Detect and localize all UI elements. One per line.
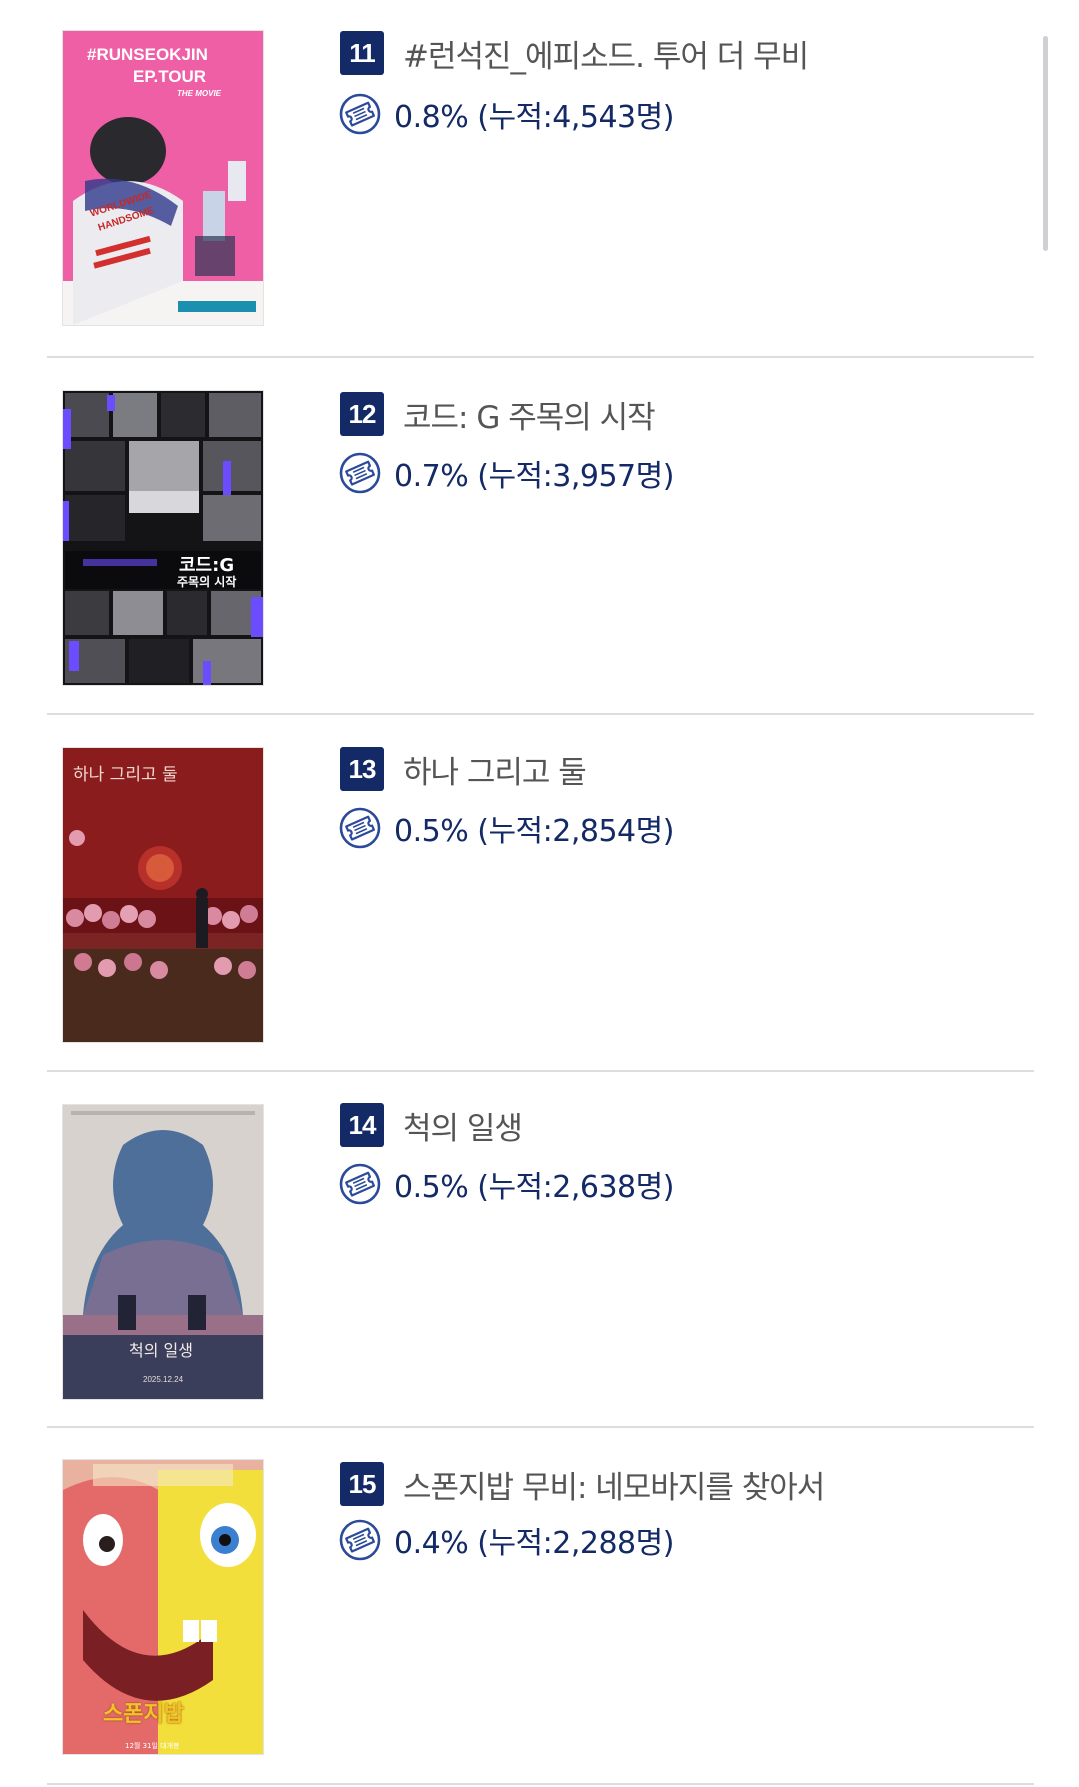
audience-share-text: 0.5% (누적:2,854명) bbox=[394, 814, 674, 849]
rank-title-row: 14 척의 일생 bbox=[340, 1102, 523, 1148]
rank-badge: 13 bbox=[340, 747, 384, 791]
rank-title-row: 15 스폰지밥 무비: 네모바지를 찾아서 bbox=[340, 1461, 825, 1507]
rank-title-row: 11 #런석진_에피소드. 투어 더 무비 bbox=[340, 30, 809, 76]
movie-poster-image[interactable]: 하나 그리고 둘 bbox=[63, 748, 263, 1042]
poster-title-text: #RUNSEOKJIN bbox=[87, 45, 208, 64]
poster-title-text: 하나 그리고 둘 bbox=[73, 765, 178, 785]
rank-title-row: 13 하나 그리고 둘 bbox=[340, 746, 587, 792]
box-office-list: #RUNSEOKJIN EP.TOUR THE MOVIE WORLDWIDE … bbox=[0, 0, 1079, 1787]
movie-list-item[interactable]: 하나 그리고 둘 13 하나 그리고 둘 0.5% (누적:2,854명) bbox=[0, 714, 1079, 1071]
poster-date-text: 2025.12.24 bbox=[143, 1375, 184, 1384]
movie-poster-image[interactable]: 코드:G 주목의 시작 bbox=[63, 391, 263, 685]
audience-share-text: 0.7% (누적:3,957명) bbox=[394, 459, 674, 494]
audience-share-text: 0.4% (누적:2,288명) bbox=[394, 1526, 674, 1561]
audience-stat-row: 0.8% (누적:4,543명) bbox=[338, 91, 674, 137]
poster-tagline-text: THE MOVIE bbox=[177, 89, 222, 98]
audience-share-text: 0.5% (누적:2,638명) bbox=[394, 1170, 674, 1205]
movie-title-link[interactable]: 하나 그리고 둘 bbox=[403, 747, 587, 792]
rank-badge: 12 bbox=[340, 392, 384, 436]
audience-stat-row: 0.7% (누적:3,957명) bbox=[338, 450, 674, 496]
ticket-icon bbox=[338, 451, 382, 495]
movie-list-item[interactable]: 코드:G 주목의 시작 12 코드: G 주목의 시작 0.7% (누적:3,9… bbox=[0, 357, 1079, 714]
audience-stat-row: 0.5% (누적:2,854명) bbox=[338, 805, 674, 851]
audience-share-text: 0.8% (누적:4,543명) bbox=[394, 100, 674, 135]
poster-title-text: 스폰지밥 bbox=[103, 1702, 184, 1727]
movie-poster-image[interactable]: 스폰지밥 12월 31일 대개봉 bbox=[63, 1460, 263, 1754]
movie-title-link[interactable]: 척의 일생 bbox=[403, 1103, 523, 1148]
movie-title-link[interactable]: 스폰지밥 무비: 네모바지를 찾아서 bbox=[403, 1462, 825, 1507]
scrollbar-thumb[interactable] bbox=[1043, 36, 1048, 251]
audience-stat-row: 0.5% (누적:2,638명) bbox=[338, 1161, 674, 1207]
audience-stat-row: 0.4% (누적:2,288명) bbox=[338, 1517, 674, 1563]
rank-badge: 15 bbox=[340, 1462, 384, 1506]
movie-title-link[interactable]: 코드: G 주목의 시작 bbox=[403, 392, 656, 437]
rank-badge: 11 bbox=[340, 31, 384, 75]
poster-title-text: 척의 일생 bbox=[129, 1341, 193, 1360]
movie-list-item[interactable]: 척의 일생 2025.12.24 14 척의 일생 0.5% (누적:2,638… bbox=[0, 1071, 1079, 1428]
ticket-icon bbox=[338, 1162, 382, 1206]
ticket-icon bbox=[338, 1518, 382, 1562]
poster-date-text: 12월 31일 대개봉 bbox=[125, 1742, 180, 1750]
movie-list-item[interactable]: #RUNSEOKJIN EP.TOUR THE MOVIE WORLDWIDE … bbox=[0, 0, 1079, 357]
movie-poster-image[interactable]: 척의 일생 2025.12.24 bbox=[63, 1105, 263, 1399]
rank-badge: 14 bbox=[340, 1103, 384, 1147]
poster-subtitle-text: 주목의 시작 bbox=[177, 575, 237, 589]
ticket-icon bbox=[338, 92, 382, 136]
movie-title-link[interactable]: #런석진_에피소드. 투어 더 무비 bbox=[403, 31, 809, 76]
list-divider bbox=[47, 1783, 1034, 1785]
movie-list-item[interactable]: 스폰지밥 12월 31일 대개봉 15 스폰지밥 무비: 네모바지를 찾아서 0… bbox=[0, 1427, 1079, 1784]
ticket-icon bbox=[338, 806, 382, 850]
rank-title-row: 12 코드: G 주목의 시작 bbox=[340, 391, 656, 437]
movie-poster-image[interactable]: #RUNSEOKJIN EP.TOUR THE MOVIE WORLDWIDE … bbox=[63, 31, 263, 325]
poster-subtitle-text: EP.TOUR bbox=[133, 67, 207, 86]
